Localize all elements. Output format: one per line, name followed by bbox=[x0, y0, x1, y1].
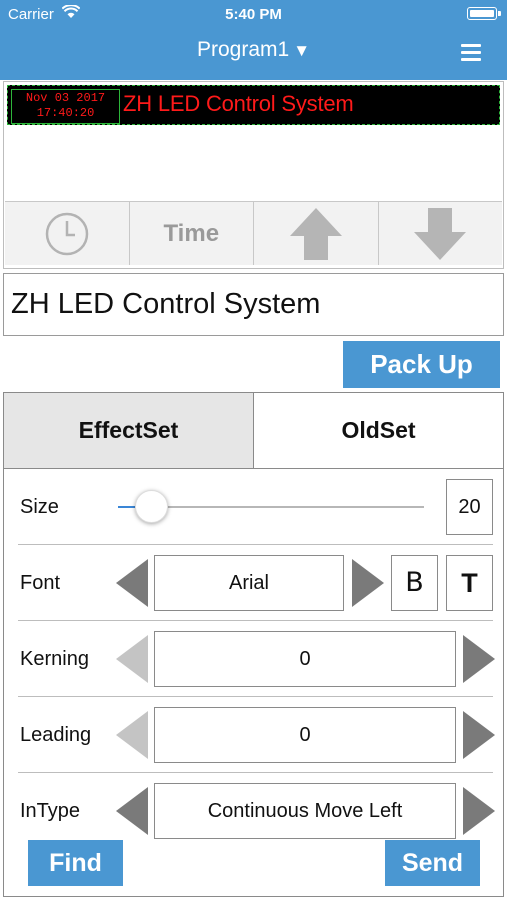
program-title: Program1 bbox=[196, 38, 290, 61]
intype-row: InType Continuous Move Left bbox=[18, 773, 495, 849]
move-down-button[interactable] bbox=[378, 202, 502, 265]
header-bar: Carrier 5:40 PM Program1 ▼ bbox=[0, 0, 507, 80]
dropdown-caret-icon: ▼ bbox=[293, 41, 311, 60]
bold-button[interactable]: B bbox=[391, 555, 438, 611]
time-button-label: Time bbox=[163, 219, 220, 247]
led-clock-time: 17:40:20 bbox=[36, 106, 95, 120]
status-time: 5:40 PM bbox=[225, 6, 282, 23]
intype-next-arrow-icon[interactable] bbox=[463, 787, 495, 835]
font-row: Font Arial B T bbox=[18, 545, 493, 621]
size-row: Size 20 bbox=[18, 469, 493, 545]
leading-label: Leading bbox=[20, 724, 92, 746]
leading-increase-arrow-icon[interactable] bbox=[463, 711, 495, 759]
clock-button[interactable] bbox=[5, 202, 130, 265]
clock-icon bbox=[45, 212, 88, 255]
send-button[interactable]: Send bbox=[385, 840, 480, 886]
text-style-button[interactable]: T bbox=[446, 555, 493, 611]
intype-prev-arrow-icon[interactable] bbox=[116, 787, 148, 835]
settings-tabs: EffectSet OldSet bbox=[4, 393, 503, 469]
find-button[interactable]: Find bbox=[28, 840, 123, 886]
move-up-button[interactable] bbox=[254, 202, 379, 265]
kerning-row: Kerning 0 bbox=[18, 621, 495, 697]
intype-value-field[interactable]: Continuous Move Left bbox=[154, 783, 456, 839]
leading-decrease-arrow-icon[interactable] bbox=[116, 711, 148, 759]
up-arrow-icon bbox=[289, 207, 342, 260]
led-text: ZH LED Control System bbox=[123, 91, 354, 116]
font-next-arrow-icon[interactable] bbox=[352, 559, 384, 607]
down-arrow-icon bbox=[414, 207, 467, 260]
battery-icon bbox=[467, 7, 501, 20]
kerning-label: Kerning bbox=[20, 648, 89, 670]
kerning-value-field[interactable]: 0 bbox=[154, 631, 456, 687]
font-value-field[interactable]: Arial bbox=[154, 555, 344, 611]
program-selector[interactable]: Program1 ▼ bbox=[0, 38, 507, 62]
kerning-decrease-arrow-icon[interactable] bbox=[116, 635, 148, 683]
tab-oldset[interactable]: OldSet bbox=[254, 393, 503, 468]
font-prev-arrow-icon[interactable] bbox=[116, 559, 148, 607]
font-label: Font bbox=[20, 572, 61, 594]
led-text-input[interactable] bbox=[3, 273, 504, 336]
settings-panel: EffectSet OldSet Size 20 Font Arial B T … bbox=[3, 392, 504, 897]
kerning-increase-arrow-icon[interactable] bbox=[463, 635, 495, 683]
size-value-field[interactable]: 20 bbox=[446, 479, 493, 535]
led-preview-panel: Nov 03 2017 17:40:20 ZH LED Control Syst… bbox=[3, 81, 504, 269]
size-label: Size bbox=[20, 496, 59, 518]
time-button[interactable]: Time bbox=[129, 202, 254, 265]
preview-toolbar: Time bbox=[5, 201, 502, 265]
leading-row: Leading 0 bbox=[18, 697, 495, 773]
led-display: Nov 03 2017 17:40:20 ZH LED Control Syst… bbox=[7, 85, 500, 125]
intype-label: InType bbox=[20, 800, 81, 822]
hamburger-menu-icon[interactable] bbox=[461, 44, 481, 61]
pack-up-button[interactable]: Pack Up bbox=[343, 341, 500, 388]
leading-value-field[interactable]: 0 bbox=[154, 707, 456, 763]
size-slider-thumb[interactable] bbox=[135, 490, 169, 523]
led-clock-date: Nov 03 2017 bbox=[25, 91, 106, 105]
led-clock: Nov 03 2017 17:40:20 bbox=[11, 89, 120, 124]
tab-effectset[interactable]: EffectSet bbox=[4, 393, 254, 468]
